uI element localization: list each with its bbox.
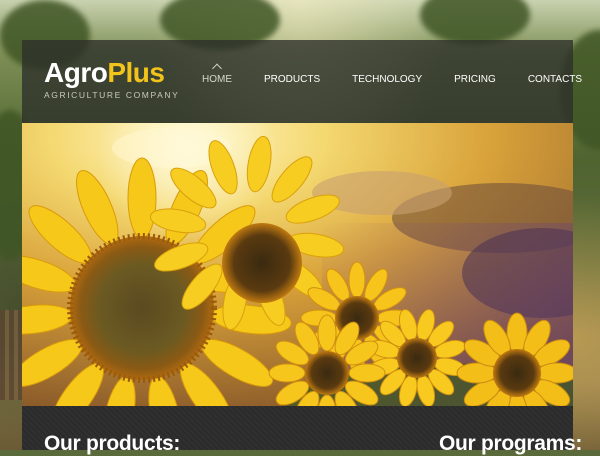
- logo-brand-plus: Plus: [107, 57, 165, 88]
- main-nav: HOME PRODUCTS TECHNOLOGY PRICING CONTACT…: [197, 74, 582, 85]
- nav-contacts[interactable]: CONTACTS: [528, 74, 582, 85]
- nav-technology[interactable]: TECHNOLOGY: [352, 74, 422, 85]
- programs-title: Our programs:: [439, 432, 583, 455]
- sunflower-field-image: [22, 123, 573, 406]
- nav-products[interactable]: PRODUCTS: [264, 74, 320, 85]
- logo-brand-agro: Agro: [44, 57, 108, 88]
- nav-pricing[interactable]: PRICING: [454, 74, 496, 85]
- content-section: Our products: Our programs:: [22, 406, 582, 455]
- logo-tagline: AGRICULTURE COMPANY: [44, 90, 180, 100]
- fence: [0, 310, 22, 400]
- hero-banner-sunflowers: [22, 123, 573, 406]
- logo[interactable]: AgroPlus AGRICULTURE COMPANY: [44, 58, 180, 101]
- products-title: Our products:: [44, 432, 181, 455]
- logo-title: AgroPlus: [44, 58, 179, 88]
- site-header: AgroPlus AGRICULTURE COMPANY HOME PRODUC…: [22, 40, 582, 123]
- website-frame: AgroPlus AGRICULTURE COMPANY HOME PRODUC…: [22, 40, 582, 455]
- nav-home[interactable]: HOME: [202, 74, 232, 85]
